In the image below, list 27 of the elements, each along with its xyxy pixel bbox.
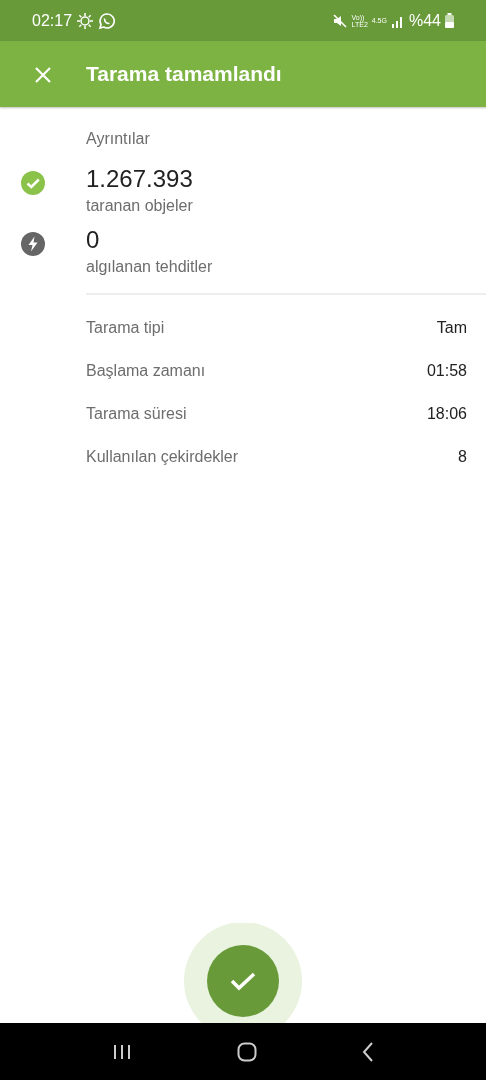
detail-value: Tam (436, 318, 467, 339)
detail-value: 18:06 (426, 404, 467, 425)
check-circle-icon (21, 171, 45, 195)
stat-value: 0 (86, 225, 101, 255)
status-time: 02:17 (32, 10, 73, 31)
screen-title: Tarama tamamlandı (86, 61, 282, 88)
stat-value: 1.267.393 (86, 165, 193, 194)
detail-value: 01:58 (426, 361, 467, 382)
stat-label: taranan objeler (86, 195, 193, 216)
detail-label: Tarama süresi (86, 404, 187, 425)
battery-icon (445, 13, 454, 28)
home-icon[interactable] (237, 1041, 257, 1062)
detail-label: Tarama tipi (86, 318, 165, 339)
detail-label: Başlama zamanı (86, 361, 206, 382)
battery-percent: %44 (408, 10, 441, 31)
sun-icon (76, 11, 95, 30)
detail-value: 8 (458, 447, 467, 468)
close-icon (34, 65, 52, 84)
detail-label: Kullanılan çekirdekler (86, 447, 239, 468)
recent-apps-icon[interactable] (112, 1043, 133, 1060)
lightning-circle-icon (21, 231, 45, 256)
chat-icon (98, 11, 117, 30)
mute-icon (331, 12, 348, 29)
checkmark-icon (229, 970, 257, 992)
section-title: Ayrıntılar (86, 130, 150, 147)
stat-label: algılanan tehditler (86, 256, 213, 277)
back-icon[interactable] (361, 1041, 374, 1062)
